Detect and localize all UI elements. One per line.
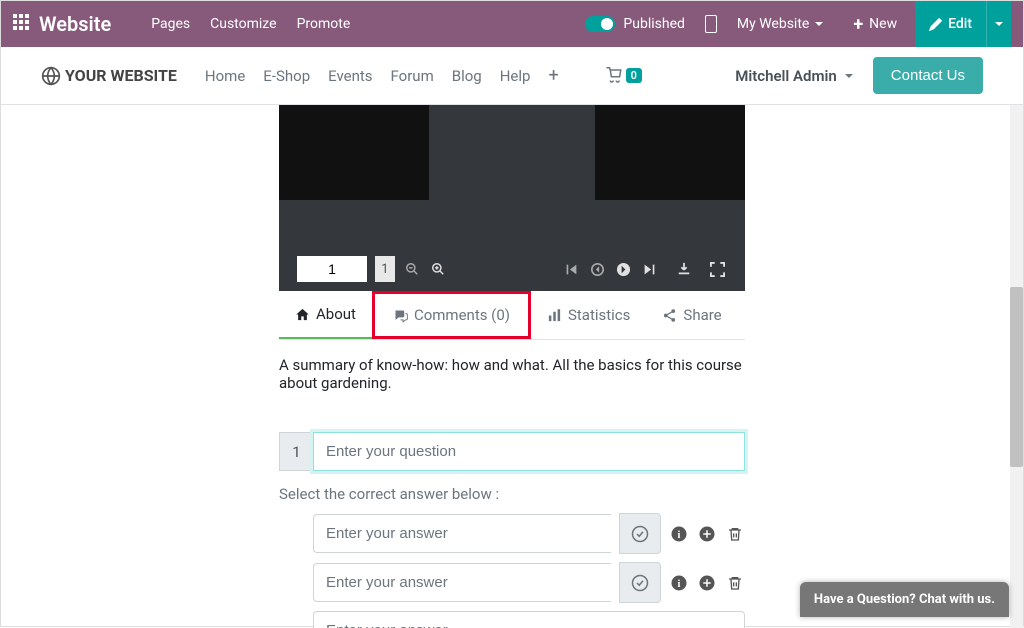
apps-grid-icon[interactable] — [13, 14, 29, 34]
globe-icon — [41, 66, 61, 86]
fullscreen-icon[interactable] — [709, 259, 727, 279]
prev-page-icon[interactable] — [589, 259, 607, 279]
cart-button[interactable]: 0 — [604, 67, 642, 85]
site-navbar: YOUR WEBSITE Home E-Shop Events Forum Bl… — [1, 47, 1023, 105]
tab-share[interactable]: Share — [646, 291, 737, 339]
tab-statistics[interactable]: Statistics — [531, 291, 646, 339]
add-answer-icon[interactable] — [697, 573, 717, 593]
nav-home[interactable]: Home — [205, 67, 245, 85]
first-page-icon[interactable] — [563, 259, 581, 279]
zoom-in-icon[interactable] — [429, 259, 447, 279]
select-answer-label: Select the correct answer below : — [279, 485, 745, 503]
course-summary: A summary of know-how: how and what. All… — [279, 340, 745, 432]
mark-correct-button[interactable] — [619, 562, 661, 603]
toggle-switch-icon — [585, 16, 615, 32]
last-page-icon[interactable] — [641, 259, 659, 279]
preview-left-thumb — [279, 105, 429, 200]
chat-widget[interactable]: Have a Question? Chat with us. — [800, 582, 1009, 617]
user-dropdown[interactable]: Mitchell Admin — [735, 67, 853, 85]
delete-answer-icon[interactable] — [725, 524, 745, 544]
nav-help[interactable]: Help — [500, 67, 531, 85]
stats-icon — [547, 308, 562, 323]
content-area: 1 About Comments (0) Statistics Share A … — [1, 105, 1023, 628]
pencil-icon — [929, 18, 942, 31]
mark-correct-button[interactable] — [619, 513, 661, 554]
my-website-label: My Website — [737, 16, 809, 32]
svg-text:i: i — [678, 578, 681, 589]
content-tabs: About Comments (0) Statistics Share — [279, 291, 745, 340]
edit-dropdown[interactable] — [986, 1, 1011, 47]
answer-row: i — [313, 562, 745, 603]
comments-icon — [393, 308, 408, 323]
nav-events[interactable]: Events — [328, 67, 372, 85]
question-row: 1 — [279, 432, 745, 471]
tab-comments[interactable]: Comments (0) — [372, 291, 531, 339]
user-name: Mitchell Admin — [735, 67, 837, 85]
info-icon[interactable]: i — [669, 573, 689, 593]
edit-label: Edit — [948, 16, 972, 32]
answer-input[interactable] — [313, 514, 611, 553]
menu-customize[interactable]: Customize — [210, 16, 276, 32]
my-website-dropdown[interactable]: My Website — [737, 16, 823, 32]
edit-button[interactable]: Edit — [915, 1, 986, 47]
next-page-icon[interactable] — [615, 259, 633, 279]
cart-icon — [604, 67, 624, 85]
mobile-preview-icon[interactable] — [705, 15, 717, 33]
nav-blog[interactable]: Blog — [452, 67, 482, 85]
question-input[interactable] — [313, 432, 745, 471]
nav-forum[interactable]: Forum — [391, 67, 434, 85]
new-button[interactable]: New — [843, 1, 907, 47]
question-number: 1 — [279, 432, 313, 471]
share-icon — [662, 308, 677, 323]
published-toggle[interactable]: Published — [585, 16, 684, 32]
contact-us-button[interactable]: Contact Us — [873, 57, 983, 94]
cart-count-badge: 0 — [626, 68, 642, 83]
answer-row: i — [313, 513, 745, 554]
tab-comments-label: Comments (0) — [414, 306, 510, 324]
preview-toolbar: 1 — [279, 247, 745, 291]
info-icon[interactable]: i — [669, 524, 689, 544]
published-label: Published — [623, 16, 684, 32]
delete-answer-icon[interactable] — [725, 573, 745, 593]
scrollbar-thumb[interactable] — [1010, 287, 1023, 467]
answer-row — [313, 611, 745, 628]
home-icon — [295, 307, 310, 322]
new-label: New — [869, 16, 897, 32]
add-page-icon[interactable]: + — [548, 65, 558, 86]
answer-input[interactable] — [313, 611, 745, 628]
add-answer-icon[interactable] — [697, 524, 717, 544]
logo-text: YOUR WEBSITE — [65, 66, 177, 85]
zoom-out-icon[interactable] — [403, 259, 421, 279]
tab-about-label: About — [316, 305, 356, 323]
site-logo[interactable]: YOUR WEBSITE — [41, 66, 177, 86]
download-icon[interactable] — [675, 259, 693, 279]
brand-title: Website — [39, 12, 111, 36]
page-number-input[interactable] — [297, 256, 367, 282]
nav-eshop[interactable]: E-Shop — [263, 67, 310, 85]
page-total: 1 — [375, 256, 395, 282]
slide-preview — [279, 105, 745, 247]
tab-about[interactable]: About — [279, 291, 372, 339]
preview-right-thumb — [595, 105, 745, 200]
answer-input[interactable] — [313, 563, 611, 602]
menu-promote[interactable]: Promote — [297, 16, 351, 32]
tab-statistics-label: Statistics — [568, 306, 630, 324]
svg-text:i: i — [678, 529, 681, 540]
tab-share-label: Share — [683, 306, 721, 324]
website-top-bar: Website Pages Customize Promote Publishe… — [1, 1, 1023, 47]
menu-pages[interactable]: Pages — [151, 16, 190, 32]
